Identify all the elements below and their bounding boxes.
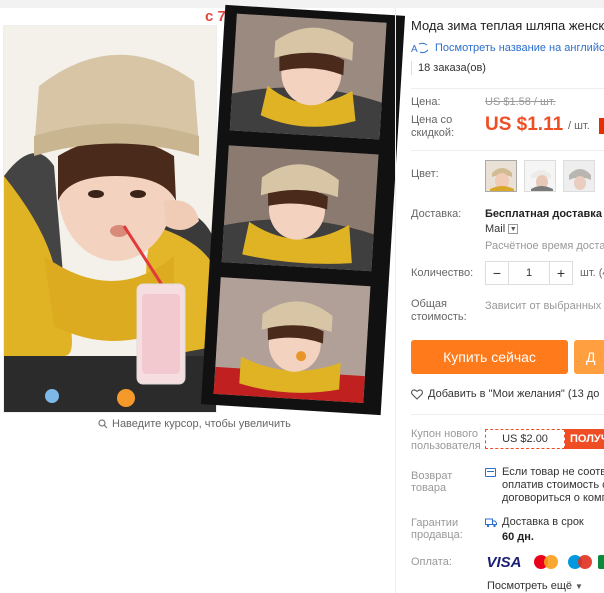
truck-icon	[485, 518, 497, 527]
discount-price-label: Цена со скидкой:	[411, 114, 455, 139]
strip-photo-1-image	[229, 13, 387, 140]
delivery-time: Расчётное время доставк	[485, 240, 604, 252]
product-gallery: с 7 Наведите курсор, чтобы увеличить	[0, 4, 406, 593]
divider	[411, 150, 604, 151]
strip-photo-1[interactable]	[229, 13, 387, 140]
strip-photo-3-image	[213, 277, 371, 404]
add-to-cart-button[interactable]: Д	[574, 340, 604, 374]
main-product-photo[interactable]	[3, 25, 217, 413]
mastercard-logo	[532, 553, 562, 571]
photo-strip	[200, 4, 406, 416]
get-coupon-button[interactable]: ПОЛУЧИ	[565, 429, 604, 449]
orders-divider	[411, 61, 412, 75]
strip-photo-2[interactable]	[221, 145, 379, 272]
product-info-panel: Мода зима теплая шляпа женск A Посмотрет…	[395, 8, 604, 593]
guarantee-days: 60 дн.	[502, 531, 534, 543]
quantity-minus-button[interactable]: −	[486, 262, 508, 284]
returns-line-2: оплатив стоимость с	[502, 479, 604, 491]
translate-icon: A	[411, 42, 429, 54]
guarantee-label: Гарантии продавца:	[411, 517, 463, 541]
returns-label: Возврат товара	[411, 470, 453, 494]
coupon-value: US $2.00	[485, 429, 565, 449]
guarantee-delivery: Доставка в срок	[485, 516, 584, 528]
swatch-image-gray	[564, 161, 594, 191]
maestro-circle-red	[578, 555, 592, 569]
product-title: Мода зима теплая шляпа женск	[411, 18, 604, 33]
add-to-wishlist-link[interactable]: Добавить в "Мои желания" (13 до	[411, 388, 599, 400]
price-label: Цена:	[411, 96, 441, 108]
divider	[411, 414, 604, 415]
payment-logo-cut-shape	[598, 555, 604, 569]
translate-title-link[interactable]: A Посмотреть название на английс	[411, 42, 604, 54]
total-note: Зависит от выбранных з	[485, 300, 604, 312]
maestro-logo	[566, 553, 596, 571]
delivery-method-text: Mail	[485, 223, 506, 235]
top-bar	[0, 0, 604, 8]
mc-circle-yellow	[544, 555, 558, 569]
color-label: Цвет:	[411, 168, 439, 180]
quantity-label: Количество:	[411, 267, 474, 279]
delivery-label: Доставка:	[411, 208, 462, 220]
strip-photo-3[interactable]	[213, 277, 371, 404]
swatch-image-beige	[486, 161, 516, 191]
discount-price: US $1.11	[485, 114, 564, 135]
quantity-input[interactable]: 1	[508, 262, 550, 284]
quantity-stepper: − 1 +	[485, 261, 573, 285]
wishlist-text: Добавить в "Мои желания" (13 до	[428, 388, 600, 400]
strip-photo-2-image	[221, 145, 379, 272]
discount-flag	[599, 118, 604, 134]
divider	[411, 88, 604, 89]
heart-icon	[411, 388, 423, 400]
returns-line-3: договориться о комп	[502, 492, 604, 504]
orders-count: 18 заказа(ов)	[411, 61, 486, 75]
price-unit: / шт.	[568, 120, 590, 132]
see-more-text: Посмотреть ещё	[487, 580, 572, 592]
color-swatch-white[interactable]	[524, 160, 556, 192]
orders-text: 18 заказа(ов)	[418, 62, 486, 74]
payment-logo-cut	[598, 553, 604, 571]
chevron-down-icon[interactable]: ▼	[508, 224, 519, 234]
main-photo-image	[4, 26, 216, 412]
delivery-main: Бесплатная доставка в	[485, 208, 604, 220]
returns-text: Если товар не соотве оплатив стоимость с…	[485, 466, 604, 505]
zoom-hint: Наведите курсор, чтобы увеличить	[98, 418, 291, 430]
old-price: US $1.58 / шт.	[485, 96, 556, 108]
translate-link-text: Посмотреть название на английс	[435, 42, 604, 54]
returns-line-1: Если товар не соотве	[502, 466, 604, 478]
buy-now-button[interactable]: Купить сейчас	[411, 340, 568, 374]
quantity-plus-button[interactable]: +	[550, 262, 572, 284]
magnifier-icon	[98, 419, 108, 429]
coupon-label: Купон нового пользователя	[411, 428, 481, 452]
quantity-unit: шт. (4	[580, 267, 604, 279]
color-swatch-gray[interactable]	[563, 160, 595, 192]
total-label: Общая стоимость:	[411, 298, 467, 323]
chevron-down-icon: ▼	[575, 582, 583, 591]
svg-text:A: A	[411, 44, 418, 54]
guarantee-text: Доставка в срок	[502, 516, 584, 528]
corner-mark: с 7	[205, 8, 226, 25]
zoom-hint-text: Наведите курсор, чтобы увеличить	[112, 418, 291, 430]
delivery-method-select[interactable]: Mail ▼	[485, 223, 519, 235]
payment-label: Оплата:	[411, 556, 452, 568]
visa-logo: VISA	[486, 553, 522, 571]
color-swatch-beige[interactable]	[485, 160, 517, 192]
swatch-image-white	[525, 161, 555, 191]
see-more-payment-link[interactable]: Посмотреть ещё ▼	[487, 580, 583, 592]
